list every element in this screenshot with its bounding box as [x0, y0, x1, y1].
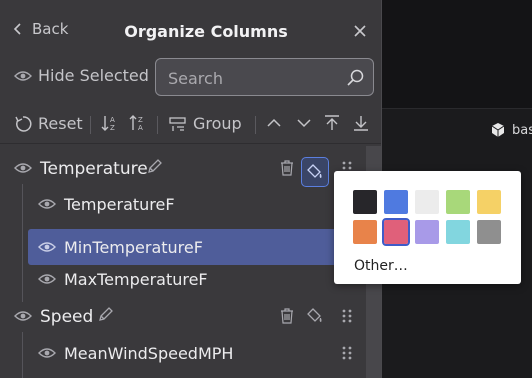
reset-button[interactable]: Reset [14, 114, 83, 133]
move-to-bottom-button[interactable] [352, 114, 370, 132]
color-swatch[interactable] [384, 190, 408, 214]
sort-ascending-button[interactable]: AZ [101, 114, 119, 132]
column-toolbar: Reset AZ ZA Group [0, 104, 381, 144]
chevron-down-icon [297, 119, 311, 128]
close-button[interactable] [352, 23, 368, 39]
svg-text:Z: Z [138, 116, 143, 124]
drag-handle-icon[interactable] [340, 309, 354, 323]
color-swatch[interactable] [446, 190, 470, 214]
column-label: MeanWindSpeedMPH [64, 344, 234, 363]
eye-icon[interactable] [38, 346, 56, 360]
paint-bucket-button[interactable] [301, 157, 329, 187]
eye-icon[interactable] [38, 197, 56, 211]
arrow-to-top-icon [325, 115, 339, 130]
cube-icon [491, 123, 505, 137]
sort-az-icon: AZ [101, 116, 115, 132]
column-group-row[interactable]: Speed [0, 298, 366, 334]
close-icon [354, 25, 366, 37]
column-label: MinTemperatureF [64, 238, 203, 257]
drag-handle-icon[interactable] [340, 346, 354, 360]
organize-columns-panel: Back Organize Columns Hide Selected Rese… [0, 0, 382, 378]
color-swatch[interactable] [382, 218, 410, 246]
svg-text:A: A [110, 116, 115, 124]
move-up-button[interactable] [265, 114, 283, 132]
background-divider [382, 108, 532, 109]
sort-za-icon: ZA [129, 115, 143, 132]
eye-icon[interactable] [38, 272, 56, 286]
paint-bucket-icon [307, 164, 322, 178]
group-icon [169, 116, 186, 131]
column-label: TemperatureF [64, 195, 175, 214]
reset-label: Reset [38, 114, 83, 133]
panel-title: Organize Columns [124, 22, 288, 41]
toolbar-divider [157, 116, 158, 134]
trash-icon[interactable] [279, 308, 295, 324]
column-row[interactable]: MaxTemperatureF [0, 261, 366, 297]
search-input[interactable] [168, 67, 338, 89]
reset-icon [15, 115, 32, 132]
eye-icon[interactable] [38, 240, 56, 254]
panel-header: Back Organize Columns [0, 0, 381, 54]
search-icon[interactable] [345, 68, 365, 88]
eye-icon[interactable] [14, 161, 32, 175]
toolbar-divider [90, 116, 91, 134]
hide-selected-label: Hide Selected [38, 66, 149, 85]
toolbar-divider [255, 116, 256, 134]
pencil-icon[interactable] [97, 307, 113, 323]
column-row[interactable]: MeanWindSpeedMPH [0, 335, 366, 371]
column-label: MaxTemperatureF [64, 270, 208, 289]
hide-selected-button[interactable]: Hide Selected [14, 66, 149, 85]
search-box [155, 58, 374, 96]
sort-descending-button[interactable]: ZA [129, 114, 147, 132]
move-down-button[interactable] [295, 114, 313, 132]
color-swatch[interactable] [353, 190, 377, 214]
color-picker-popup: Other… [334, 171, 521, 284]
color-swatch[interactable] [353, 220, 377, 244]
other-color-link[interactable]: Other… [354, 258, 408, 274]
eye-icon[interactable] [14, 309, 32, 323]
column-label: Speed [40, 307, 94, 327]
paint-bucket-icon[interactable] [307, 308, 323, 324]
column-row[interactable]: TemperatureF [0, 186, 366, 222]
pencil-icon[interactable] [146, 159, 162, 175]
column-row-selected[interactable]: MinTemperatureF [0, 229, 366, 265]
background-toolbar [382, 0, 532, 108]
trash-icon[interactable] [279, 160, 295, 176]
background-file-item[interactable]: bas [490, 122, 532, 138]
column-list: Temperature TemperatureF MinTemperatureF… [0, 146, 381, 378]
color-swatch[interactable] [415, 220, 439, 244]
column-label: Temperature [40, 159, 148, 179]
chevron-up-icon [267, 118, 281, 127]
arrow-to-bottom-icon [354, 116, 368, 131]
color-swatch[interactable] [415, 190, 439, 214]
color-swatch[interactable] [446, 220, 470, 244]
group-label: Group [193, 114, 242, 133]
filter-row: Hide Selected [0, 56, 381, 100]
background-file-label: bas [512, 122, 532, 138]
column-group-row[interactable]: Temperature [0, 150, 366, 187]
svg-text:A: A [138, 124, 143, 132]
move-to-top-button[interactable] [323, 114, 341, 132]
svg-text:Z: Z [110, 124, 115, 132]
color-swatch[interactable] [477, 220, 501, 244]
group-button[interactable]: Group [169, 114, 242, 133]
color-swatch[interactable] [477, 190, 501, 214]
eye-icon [14, 70, 32, 81]
